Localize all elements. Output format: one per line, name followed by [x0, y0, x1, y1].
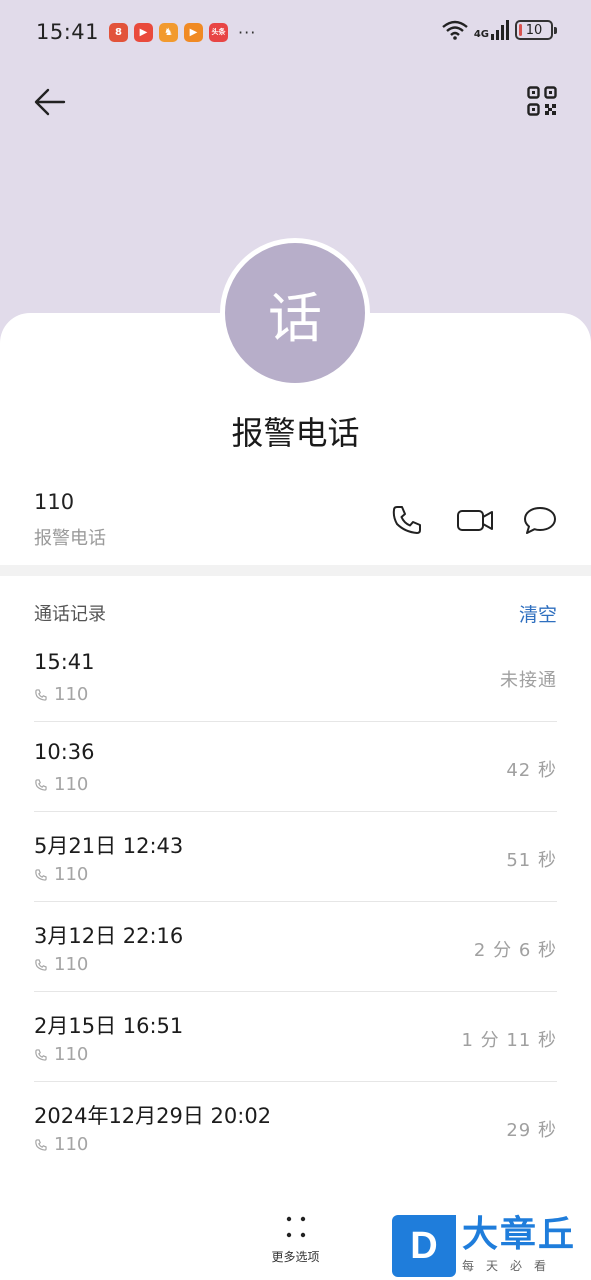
more-dots-icon — [286, 1216, 305, 1238]
call-duration: 51 秒 — [506, 850, 557, 871]
battery-level: 10 — [525, 22, 543, 38]
phone-number-label: 报警电话 — [34, 528, 106, 549]
app-notification-icon-1: 8 — [109, 22, 129, 42]
call-button[interactable] — [389, 502, 425, 538]
status-time: 15:41 — [36, 20, 100, 44]
call-duration: 29 秒 — [506, 1120, 557, 1141]
phone-number-row[interactable]: 110 报警电话 — [34, 490, 106, 550]
call-log-item[interactable]: 10:36 110 42 秒 — [34, 722, 557, 812]
watermark-text: 大章丘 每天必看 — [462, 1215, 576, 1274]
app-notification-icon-2: ▶ — [134, 22, 154, 42]
app-notification-icon-5: 头条 — [209, 22, 229, 42]
status-bar: 15:41 8 ▶ ♞ ▶ 头条 ··· 4G 10 — [0, 0, 591, 64]
watermark-logo-mark: D — [392, 1215, 456, 1277]
call-time: 10:36 — [34, 740, 95, 764]
wifi-icon — [442, 20, 468, 40]
phone-small-icon — [35, 868, 47, 881]
contact-name: 报警电话 — [231, 414, 360, 452]
video-call-icon — [457, 510, 493, 531]
call-time: 5月21日 12:43 — [34, 834, 184, 858]
watermark-logo: D 大章丘 每天必看 — [392, 1215, 588, 1277]
call-number: 110 — [54, 684, 89, 705]
back-button[interactable] — [32, 84, 68, 120]
call-number: 110 — [54, 954, 89, 975]
message-button[interactable] — [522, 502, 558, 538]
call-number: 110 — [54, 864, 89, 885]
phone-small-icon — [35, 1048, 47, 1061]
call-duration: 2 分 6 秒 — [473, 940, 557, 961]
call-time: 15:41 — [34, 650, 95, 674]
call-log-list: 15:41 110 未接通 10:36 110 42 秒 5月21日 12:43… — [34, 632, 557, 1172]
call-sub: 110 — [34, 1134, 88, 1155]
call-sub: 110 — [34, 954, 88, 975]
battery-fill — [519, 24, 522, 36]
phone-small-icon — [35, 1138, 47, 1151]
section-divider — [0, 565, 591, 576]
arrow-left-icon — [34, 88, 66, 116]
call-log-item[interactable]: 3月12日 22:16 110 2 分 6 秒 — [34, 902, 557, 992]
call-sub: 110 — [34, 1044, 88, 1065]
call-time: 2024年12月29日 20:02 — [34, 1104, 272, 1128]
avatar-initial: 话 — [268, 286, 322, 350]
contact-avatar: 话 — [220, 238, 370, 388]
call-time: 2月15日 16:51 — [34, 1014, 184, 1038]
call-log-item[interactable]: 2月15日 16:51 110 1 分 11 秒 — [34, 992, 557, 1082]
call-log-item[interactable]: 5月21日 12:43 110 51 秒 — [34, 812, 557, 902]
call-sub: 110 — [34, 684, 88, 705]
call-time: 3月12日 22:16 — [34, 924, 184, 948]
more-options-label: 更多选项 — [271, 1250, 320, 1264]
call-log-item[interactable]: 15:41 110 未接通 — [34, 632, 557, 722]
battery-icon: 10 — [515, 20, 557, 40]
status-indicators: 4G 10 — [442, 20, 557, 40]
qr-code-icon — [527, 86, 557, 116]
call-sub: 110 — [34, 774, 88, 795]
call-log-item[interactable]: 2024年12月29日 20:02 110 29 秒 — [34, 1082, 557, 1172]
phone-small-icon — [35, 688, 47, 701]
phone-number: 110 — [34, 490, 75, 514]
call-duration: 1 分 11 秒 — [461, 1030, 557, 1051]
app-notification-icon-3: ♞ — [159, 22, 179, 42]
notification-icons: 8 ▶ ♞ ▶ 头条 ··· — [109, 22, 257, 42]
call-number: 110 — [54, 1134, 89, 1155]
call-sub: 110 — [34, 864, 88, 885]
app-notification-icon-4: ▶ — [184, 22, 204, 42]
video-call-button[interactable] — [456, 502, 496, 538]
call-duration: 42 秒 — [506, 760, 557, 781]
call-number: 110 — [54, 1044, 89, 1065]
phone-small-icon — [35, 958, 47, 971]
call-log-title: 通话记录 — [34, 604, 106, 625]
more-options-button[interactable]: 更多选项 — [258, 1214, 333, 1265]
more-notifications-icon: ··· — [238, 22, 257, 42]
watermark-subtitle: 每天必看 — [462, 1259, 559, 1273]
phone-icon — [392, 506, 421, 534]
clear-call-log-button[interactable]: 清空 — [519, 600, 557, 627]
message-icon — [524, 507, 556, 534]
qr-code-button[interactable] — [527, 86, 557, 116]
network-type: 4G — [473, 29, 489, 40]
watermark-title: 大章丘 — [462, 1214, 577, 1255]
signal-icon — [491, 20, 509, 40]
phone-small-icon — [35, 778, 47, 791]
call-number: 110 — [54, 774, 89, 795]
call-duration: 未接通 — [500, 670, 557, 691]
